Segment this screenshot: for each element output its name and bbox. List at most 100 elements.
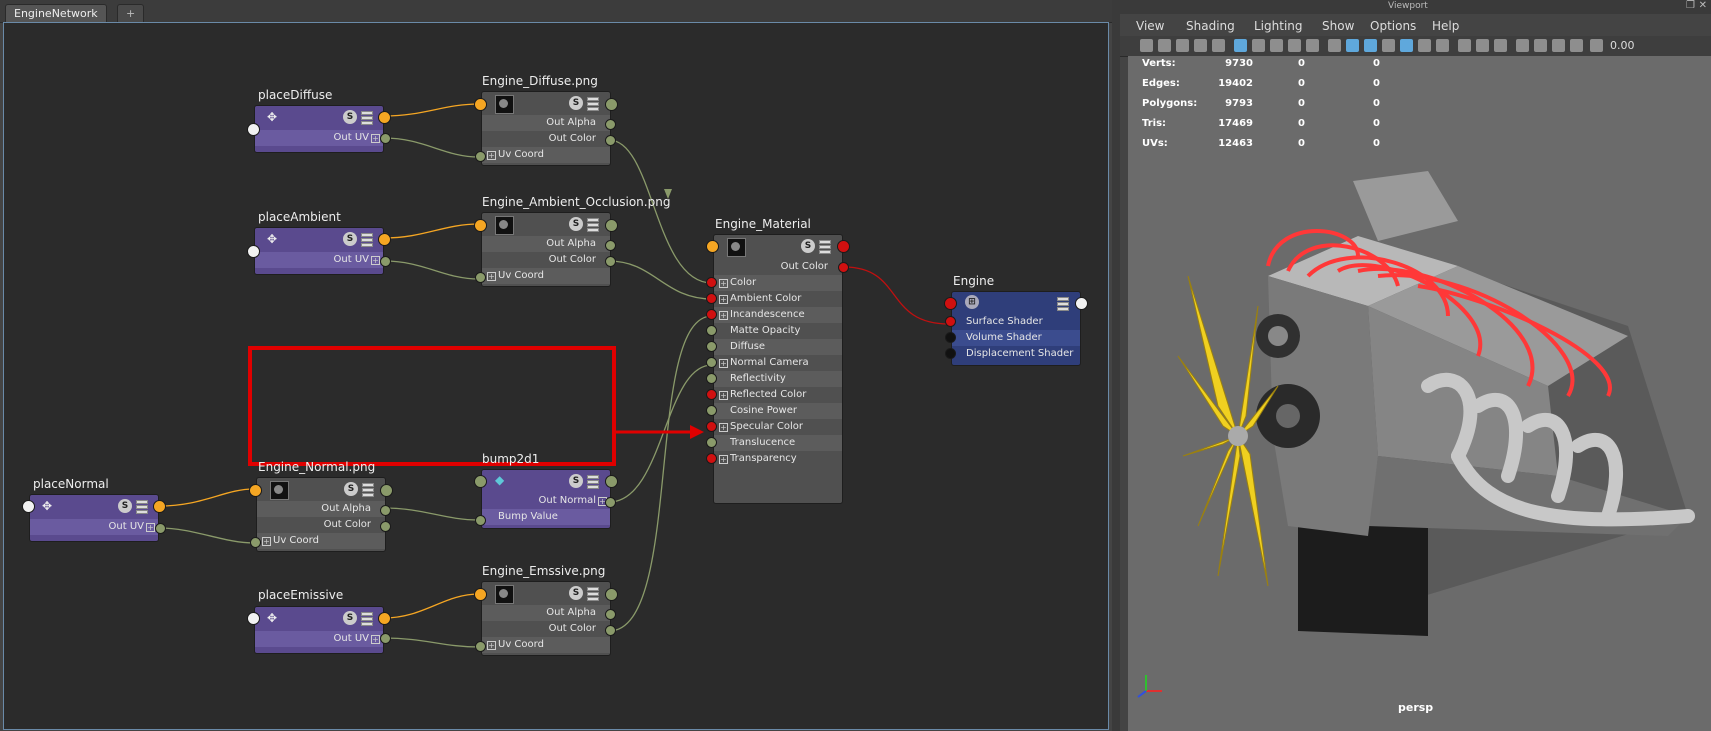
material-input-port[interactable] <box>706 453 717 464</box>
list-icon[interactable] <box>361 611 373 626</box>
material-input-port[interactable] <box>706 373 717 384</box>
xray-icon[interactable] <box>1534 39 1547 52</box>
out-uv-port[interactable] <box>380 256 391 267</box>
out-alpha-port[interactable] <box>605 609 616 620</box>
input-port[interactable] <box>249 484 262 497</box>
resolution-gate-icon[interactable] <box>1270 39 1283 52</box>
expand-icon[interactable]: + <box>719 295 728 304</box>
material-node[interactable]: S Out Color Color + Ambient Color + Incandes… <box>713 234 843 504</box>
output-port[interactable] <box>605 588 618 601</box>
list-icon[interactable] <box>587 96 599 111</box>
diffuse-file-node[interactable]: S Out Alpha Out Color Uv Coord + <box>481 91 611 166</box>
bump-value-port[interactable] <box>475 515 486 526</box>
material-input-port[interactable] <box>706 309 717 320</box>
expand-icon[interactable]: + <box>262 537 271 546</box>
expand-icon[interactable]: + <box>719 311 728 320</box>
out-color-port[interactable] <box>380 521 391 532</box>
expand-icon[interactable]: + <box>719 455 728 464</box>
list-icon[interactable] <box>362 482 374 497</box>
smooth-shade-icon[interactable] <box>1346 39 1359 52</box>
wireframe-on-shaded-icon[interactable] <box>1364 39 1377 52</box>
camera-attributes-icon[interactable] <box>1158 39 1171 52</box>
input-port[interactable] <box>247 612 260 625</box>
wireframe-icon[interactable] <box>1328 39 1341 52</box>
out-alpha-port[interactable] <box>380 505 391 516</box>
output-port[interactable] <box>837 240 850 253</box>
out-color-port[interactable] <box>605 256 616 267</box>
output-port[interactable] <box>605 98 618 111</box>
material-input-port[interactable] <box>706 437 717 448</box>
material-input-port[interactable] <box>706 421 717 432</box>
out-uv-port[interactable] <box>380 633 391 644</box>
shadows-icon[interactable] <box>1418 39 1431 52</box>
shader-swatch-icon[interactable]: S <box>569 217 583 231</box>
grid-icon[interactable] <box>1234 39 1247 52</box>
list-icon[interactable] <box>361 110 373 125</box>
shader-swatch-icon[interactable]: S <box>801 239 815 253</box>
input-port[interactable] <box>22 500 35 513</box>
output-port[interactable] <box>1075 297 1088 310</box>
expand-icon[interactable]: + <box>487 641 496 650</box>
exposure-value[interactable]: 0.00 <box>1610 39 1635 52</box>
tab-engine-network[interactable]: EngineNetwork <box>5 4 107 22</box>
material-input-port[interactable] <box>706 357 717 368</box>
add-tab-button[interactable]: + <box>117 4 145 22</box>
material-input-port[interactable] <box>706 389 717 400</box>
input-port[interactable] <box>474 98 487 111</box>
output-port[interactable] <box>153 500 166 513</box>
film-gate-icon[interactable] <box>1252 39 1265 52</box>
out-uv-port[interactable] <box>380 133 391 144</box>
out-alpha-port[interactable] <box>605 119 616 130</box>
menu-lighting[interactable]: Lighting <box>1254 19 1303 33</box>
shader-swatch-icon[interactable]: S <box>344 482 358 496</box>
normal-file-node[interactable]: S Out Alpha Out Color Uv Coord + <box>256 477 386 552</box>
output-port[interactable] <box>380 484 393 497</box>
multisample-aa-icon[interactable] <box>1476 39 1489 52</box>
list-icon[interactable] <box>587 217 599 232</box>
out-color-port[interactable] <box>838 262 849 273</box>
input-port[interactable] <box>474 588 487 601</box>
ambient-file-node[interactable]: S Out Alpha Out Color Uv Coord + <box>481 212 611 287</box>
depth-of-field-icon[interactable] <box>1494 39 1507 52</box>
image-plane-icon[interactable] <box>1194 39 1207 52</box>
exposure-icon[interactable] <box>1590 39 1603 52</box>
use-all-lights-icon[interactable] <box>1400 39 1413 52</box>
shader-swatch-icon[interactable]: S <box>118 499 132 513</box>
xray-components-icon[interactable] <box>1570 39 1583 52</box>
expand-icon[interactable]: + <box>146 523 155 532</box>
list-icon[interactable] <box>361 232 373 247</box>
expand-icon[interactable]: + <box>719 279 728 288</box>
expand-icon[interactable]: + <box>487 151 496 160</box>
expand-icon[interactable]: + <box>371 256 380 265</box>
input-port[interactable] <box>474 475 487 488</box>
camera-icon[interactable] <box>1140 39 1153 52</box>
uv-coord-port[interactable] <box>475 272 486 283</box>
expand-icon[interactable]: + <box>719 391 728 400</box>
expand-icon[interactable]: + <box>719 423 728 432</box>
material-input-port[interactable] <box>706 341 717 352</box>
gate-mask-icon[interactable] <box>1288 39 1301 52</box>
place-normal-node[interactable]: ✥ S Out UV + <box>29 494 159 542</box>
safe-action-icon[interactable] <box>1306 39 1319 52</box>
pan-zoom-icon[interactable] <box>1212 39 1225 52</box>
material-input-port[interactable] <box>706 405 717 416</box>
shader-swatch-icon[interactable]: S <box>569 96 583 110</box>
uv-coord-port[interactable] <box>250 537 261 548</box>
engine-input-port[interactable] <box>945 348 956 359</box>
engine-shading-group-node[interactable]: ⊞ Surface Shader Volume Shader Displacemen… <box>951 291 1081 366</box>
list-icon[interactable] <box>1057 296 1069 311</box>
input-port[interactable] <box>706 240 719 253</box>
shader-swatch-icon[interactable]: S <box>343 611 357 625</box>
list-icon[interactable] <box>136 499 148 514</box>
panel-splitter[interactable] <box>1112 0 1120 731</box>
close-icon[interactable]: ✕ <box>1699 0 1707 11</box>
node-graph-editor[interactable]: placeDiffuse ✥ S Out UV + placeAmbient ✥… <box>3 22 1109 730</box>
place-diffuse-node[interactable]: ✥ S Out UV + <box>254 105 384 153</box>
uv-coord-port[interactable] <box>475 151 486 162</box>
xray-joints-icon[interactable] <box>1552 39 1565 52</box>
engine-input-port[interactable] <box>945 316 956 327</box>
list-icon[interactable] <box>587 586 599 601</box>
expand-icon[interactable]: + <box>719 359 728 368</box>
output-port[interactable] <box>378 612 391 625</box>
shader-swatch-icon[interactable]: S <box>343 110 357 124</box>
